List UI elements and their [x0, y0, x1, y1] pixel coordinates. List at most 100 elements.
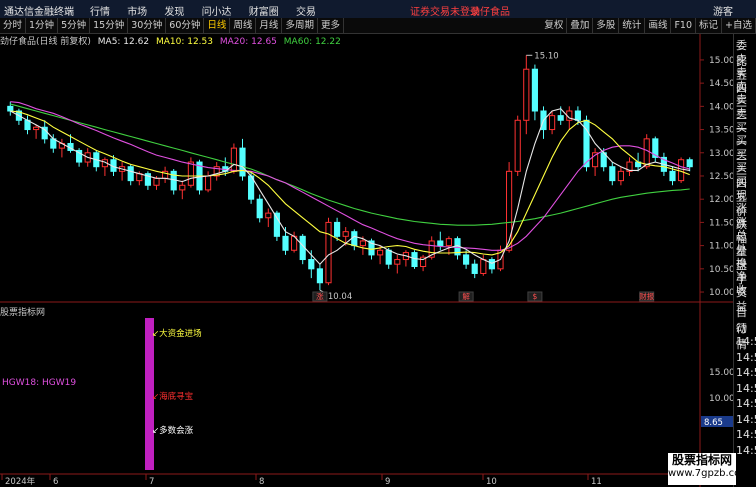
tick-time-label: 14:5 [736, 350, 756, 364]
date-label: 2024年 [5, 476, 36, 487]
candle-body [531, 68, 538, 112]
period-1min[interactable]: 1分钟 [26, 18, 59, 33]
menu-trade[interactable]: 交易 [296, 7, 316, 18]
candle-body [239, 147, 246, 177]
indicator-axis-label: 15.00 [709, 368, 733, 378]
watermark-url: www.7gpzb.com [668, 468, 750, 479]
event-marker: 财报 [639, 291, 654, 301]
price-label: 13.50 [709, 126, 733, 136]
stock-name: 劲仔食品 [470, 7, 510, 18]
tool-stats[interactable]: 统计 [619, 18, 646, 33]
ma-lines: 15.10 10.04 涨 解 $ 财报 [10, 51, 690, 302]
date-axis: 2024年 6 7 8 9 10 11 [1, 474, 602, 487]
tool-f10[interactable]: F10 [671, 18, 697, 33]
candle-body [480, 259, 487, 274]
app-title: 通达信金融终端 [4, 7, 74, 18]
current-value: 8.65 [704, 418, 723, 428]
candle-body [33, 126, 40, 131]
event-marker: $ [533, 292, 538, 301]
candle-body [549, 115, 556, 131]
candle-body [523, 68, 530, 121]
tick-time-label: 14:5 [736, 335, 756, 348]
high-label: 15.10 [534, 51, 558, 61]
menu-market[interactable]: 市场 [127, 7, 147, 18]
tick-time-label: 14:5 [736, 366, 756, 379]
candle-body [377, 249, 384, 256]
period-60min[interactable]: 60分钟 [166, 18, 205, 33]
guest-button[interactable]: 游客 [713, 3, 733, 18]
low-label: 10.04 [328, 292, 352, 302]
candle-body [617, 170, 624, 182]
signal-label: ↙多数会涨 [152, 425, 194, 436]
candle-body [557, 115, 564, 121]
tool-draw[interactable]: 画线 [645, 18, 672, 33]
candle-body [256, 198, 263, 219]
price-label: 13.00 [709, 149, 733, 159]
candle-body [325, 221, 332, 284]
candle-body [686, 159, 693, 168]
candle-body [609, 166, 616, 182]
kline-chart[interactable]: 15.10 10.04 涨 解 $ 财报 15.00 14.50 14.00 13.50 13.0… [0, 34, 733, 487]
candle-body [574, 110, 581, 121]
price-label: 12.50 [709, 172, 733, 182]
candlestick-series [7, 55, 693, 291]
price-label: 10.00 [709, 288, 733, 298]
tool-multi-stock[interactable]: 多股 [593, 18, 620, 33]
chart-grid [0, 34, 733, 487]
tick-time-label: 14:5 [736, 397, 756, 410]
candle-body [471, 263, 478, 274]
candle-body [7, 105, 14, 112]
candle-body [351, 231, 358, 247]
period-daily[interactable]: 日线 [204, 18, 231, 33]
event-marker: 涨 [316, 291, 324, 301]
date-label: 6 [53, 477, 58, 487]
candle-body [488, 259, 495, 270]
period-weekly[interactable]: 周线 [230, 18, 257, 33]
period-monthly[interactable]: 月线 [256, 18, 283, 33]
main-menu: 行情 市场 发现 问小达 财富圈 交易 [90, 3, 330, 18]
period-multi[interactable]: 多周期 [282, 18, 318, 33]
candle-body [359, 240, 366, 247]
tool-mark[interactable]: 标记 [696, 18, 723, 33]
indicator-formula: HGW18: HGW19 [2, 378, 77, 388]
candle-body [643, 138, 650, 168]
tick-time-label: 14:5 [736, 381, 756, 395]
menu-quotes[interactable]: 行情 [90, 7, 110, 18]
candle-body [334, 221, 341, 237]
period-more[interactable]: 更多 [318, 18, 344, 33]
candle-body [394, 259, 401, 265]
price-label: 14.00 [709, 102, 733, 112]
period-5min[interactable]: 5分钟 [58, 18, 91, 33]
signal-label: ↙海底寻宝 [152, 391, 193, 402]
candle-body [342, 231, 349, 237]
period-15min[interactable]: 15分钟 [90, 18, 129, 33]
candle-body [669, 170, 676, 182]
title-bar: 通达信金融终端 行情 市场 发现 问小达 财富圈 交易 证券交易未登录 劲仔食品… [0, 0, 756, 19]
period-tick[interactable]: 分时 [0, 18, 27, 33]
tick-time-label: 14:5 [736, 428, 756, 441]
date-label: 9 [385, 477, 390, 487]
tool-adjust[interactable]: 复权 [541, 18, 568, 33]
indicator-panel: ↙大资金进场↙海底寻宝↙多数会涨15.0010.005.008.65 [145, 318, 733, 470]
candle-body [187, 161, 194, 186]
candle-body [678, 159, 685, 182]
candle-body [385, 249, 392, 265]
date-label: 8 [259, 477, 264, 487]
period-30min[interactable]: 30分钟 [128, 18, 167, 33]
candle-body [230, 147, 237, 172]
candle-body [127, 166, 134, 182]
signal-label: ↙大资金进场 [152, 328, 202, 339]
price-label: 15.00 [709, 56, 733, 66]
candle-body [308, 259, 315, 270]
candle-body [514, 119, 521, 172]
menu-ask[interactable]: 问小达 [202, 7, 232, 18]
menu-discover[interactable]: 发现 [164, 7, 184, 18]
menu-wealth[interactable]: 财富圈 [249, 7, 279, 18]
quote-side-panel: 委比 卖五 卖四 卖三 卖二 卖一 买一 买二 买三 买四 买五 现价 涨跌 涨幅 总量 外盘 换手 净资 收益 自动… [733, 34, 756, 487]
site-watermark: 股票指标网 www.7gpzb.com [668, 453, 750, 485]
period-toolbar: 分时 1分钟 5分钟 15分钟 30分钟 60分钟 日线 周线 月线 多周期 更多 复权 叠加 多股 统计… [0, 18, 756, 34]
tool-overlay[interactable]: 叠加 [567, 18, 594, 33]
candle-body [273, 212, 280, 237]
date-label: 10 [486, 477, 497, 487]
tool-add-watchlist[interactable]: +自选 [722, 18, 756, 33]
